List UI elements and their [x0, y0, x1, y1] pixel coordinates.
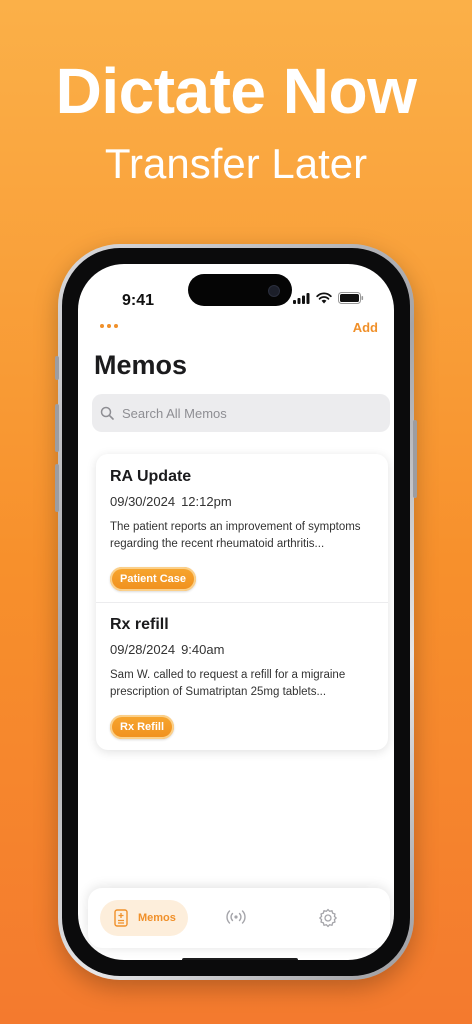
- memo-datetime: 09/28/2024 9:40am: [110, 642, 380, 657]
- home-indicator[interactable]: [182, 958, 298, 960]
- tab-memos[interactable]: Memos: [100, 900, 188, 936]
- memo-document-icon: [114, 909, 128, 927]
- camera-icon: [268, 285, 280, 297]
- more-icon-dot: [107, 324, 111, 328]
- page-title: Memos: [94, 350, 188, 380]
- memo-time: 9:40am: [181, 642, 225, 657]
- more-options-button[interactable]: [100, 324, 118, 328]
- battery-icon: [338, 292, 364, 304]
- memo-preview: The patient reports an improvement of sy…: [110, 521, 361, 550]
- search-icon: [100, 406, 114, 420]
- status-icons: [293, 292, 364, 304]
- search-input[interactable]: [120, 404, 374, 422]
- phone-volume-up: [55, 404, 59, 452]
- add-memo-button[interactable]: Add: [353, 320, 378, 335]
- tab-settings[interactable]: [318, 908, 338, 933]
- phone-power-button: [413, 420, 417, 498]
- more-icon-dot: [114, 324, 118, 328]
- memo-date: 09/30/2024: [110, 494, 176, 509]
- tab-dictate[interactable]: [224, 908, 248, 931]
- phone-frame: 9:41 Add Memos Search All Memos RA Updat…: [55, 244, 417, 980]
- promo-subheadline: Transfer Later: [104, 140, 368, 187]
- wifi-icon: [316, 292, 332, 304]
- phone-silent-switch: [55, 356, 59, 380]
- memo-time: 12:12pm: [181, 494, 232, 509]
- memo-title: RA Update: [110, 468, 192, 485]
- dynamic-island: [188, 274, 292, 306]
- memo-date: 09/28/2024: [110, 642, 176, 657]
- phone-bezel: 9:41 Add Memos Search All Memos RA Updat…: [62, 248, 410, 976]
- promo-headline: Dictate Now: [55, 55, 417, 127]
- memo-title: Rx refill: [110, 616, 169, 633]
- search-bar[interactable]: [92, 394, 390, 432]
- memos-list: RA Update 09/30/2024 12:12pm The patient …: [96, 454, 388, 750]
- broadcast-icon: [226, 910, 246, 924]
- memo-item-ra-update[interactable]: RA Update 09/30/2024 12:12pm The patient …: [110, 468, 380, 591]
- memo-divider: [96, 602, 388, 603]
- more-icon: [100, 324, 104, 328]
- phone-volume-down: [55, 464, 59, 512]
- phone-screen: 9:41 Add Memos Search All Memos RA Updat…: [78, 264, 394, 960]
- tag-patient-case[interactable]: Patient Case: [110, 567, 197, 591]
- memo-datetime: 09/30/2024 12:12pm: [110, 494, 380, 509]
- status-time: 9:41: [122, 292, 155, 309]
- memo-item-rx-refill[interactable]: Rx refill 09/28/2024 9:40am Sam W. called…: [110, 616, 380, 739]
- tag-rx-refill[interactable]: Rx Refill: [110, 715, 175, 739]
- tab-memos-label: Memos: [138, 912, 176, 924]
- tab-bar: Memos: [88, 888, 390, 948]
- memo-preview: Sam W. called to request a refill for a …: [110, 669, 346, 698]
- gear-icon: [319, 908, 337, 928]
- signal-icon: [293, 292, 310, 304]
